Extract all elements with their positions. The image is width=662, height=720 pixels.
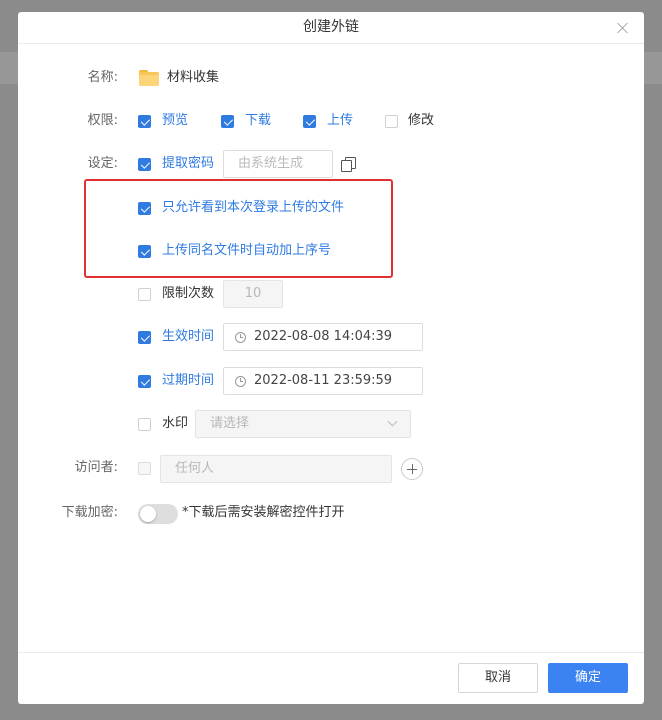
start-time-label[interactable]: 生效时间	[162, 327, 214, 347]
limit-count-input[interactable]: 10	[223, 280, 283, 308]
watermark-label[interactable]: 水印	[162, 414, 188, 434]
limit-count-label[interactable]: 限制次数	[162, 284, 214, 304]
extract-code-checkbox[interactable]	[138, 158, 151, 171]
permission-download-label[interactable]: 下载	[245, 111, 271, 131]
clock-icon	[235, 376, 246, 387]
visitors-label: 访问者:	[74, 460, 118, 475]
watermark-placeholder: 请选择	[210, 416, 250, 431]
close-icon[interactable]	[616, 21, 630, 35]
start-time-value: 2022-08-08 14:04:39	[254, 329, 393, 344]
download-encrypt-toggle[interactable]	[138, 504, 178, 524]
only-own-uploads-checkbox[interactable]	[138, 202, 151, 215]
clock-icon	[235, 332, 246, 343]
dialog-footer: 取消 确定	[18, 652, 644, 704]
name-value: 材料收集	[167, 70, 220, 85]
watermark-select[interactable]: 请选择	[195, 410, 411, 438]
permission-modify-label[interactable]: 修改	[408, 111, 434, 131]
copy-icon[interactable]	[341, 157, 356, 172]
folder-icon	[139, 70, 159, 86]
name-label: 名称:	[87, 70, 118, 85]
toggle-knob	[140, 506, 156, 522]
extract-code-label[interactable]: 提取密码	[162, 154, 214, 174]
start-time-checkbox[interactable]	[138, 331, 151, 344]
expire-time-input[interactable]: 2022-08-11 23:59:59	[223, 367, 423, 395]
expire-time-value: 2022-08-11 23:59:59	[254, 373, 393, 388]
dialog-header: 创建外链	[18, 12, 644, 44]
dialog-title: 创建外链	[303, 19, 359, 35]
create-external-link-dialog: 创建外链 名称: 材料收集 权限: 预览 下载 上传 修改 设定: 提取密码 由…	[18, 12, 644, 704]
start-time-input[interactable]: 2022-08-08 14:04:39	[223, 323, 423, 351]
add-visitor-plus-icon[interactable]	[401, 458, 423, 480]
settings-label: 设定:	[87, 156, 118, 171]
download-encrypt-note: *下载后需安装解密控件打开	[182, 505, 345, 520]
auto-sequence-checkbox[interactable]	[138, 245, 151, 258]
chevron-down-icon	[387, 416, 398, 427]
watermark-checkbox[interactable]	[138, 418, 151, 431]
auto-sequence-label[interactable]: 上传同名文件时自动加上序号	[162, 241, 331, 261]
permission-preview-label[interactable]: 预览	[162, 111, 188, 131]
extract-code-input[interactable]: 由系统生成	[223, 150, 333, 178]
permission-upload-checkbox[interactable]	[303, 115, 316, 128]
permission-preview-checkbox[interactable]	[138, 115, 151, 128]
limit-count-checkbox[interactable]	[138, 288, 151, 301]
permission-download-checkbox[interactable]	[221, 115, 234, 128]
permissions-label: 权限:	[87, 113, 118, 128]
download-encrypt-label: 下载加密:	[61, 505, 118, 520]
visitors-input[interactable]: 任何人	[160, 455, 392, 483]
visitors-checkbox[interactable]	[138, 462, 151, 475]
permission-upload-label[interactable]: 上传	[327, 111, 353, 131]
expire-time-label[interactable]: 过期时间	[162, 371, 214, 391]
only-own-uploads-label[interactable]: 只允许看到本次登录上传的文件	[162, 198, 344, 218]
highlight-box	[84, 179, 393, 278]
cancel-button[interactable]: 取消	[458, 663, 538, 693]
permission-modify-checkbox[interactable]	[385, 115, 398, 128]
expire-time-checkbox[interactable]	[138, 375, 151, 388]
confirm-button[interactable]: 确定	[548, 663, 628, 693]
